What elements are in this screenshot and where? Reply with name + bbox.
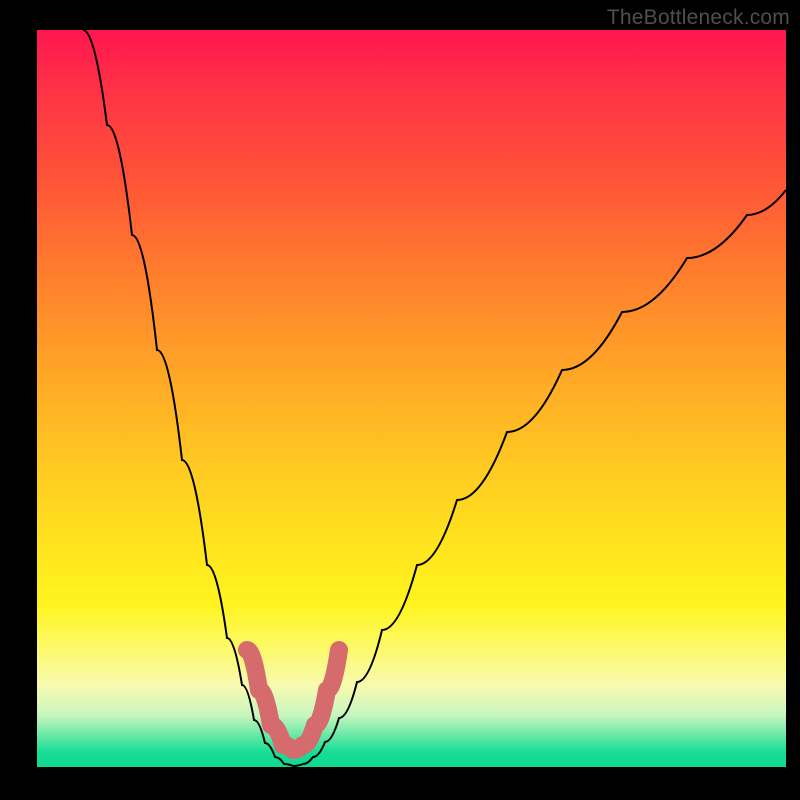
chart-frame: TheBottleneck.com (0, 0, 800, 800)
bottleneck-curve-right (293, 190, 786, 766)
highlight-band (247, 650, 339, 750)
watermark-text: TheBottleneck.com (607, 6, 790, 30)
bottleneck-curve-left (83, 30, 293, 766)
chart-svg (37, 30, 786, 767)
